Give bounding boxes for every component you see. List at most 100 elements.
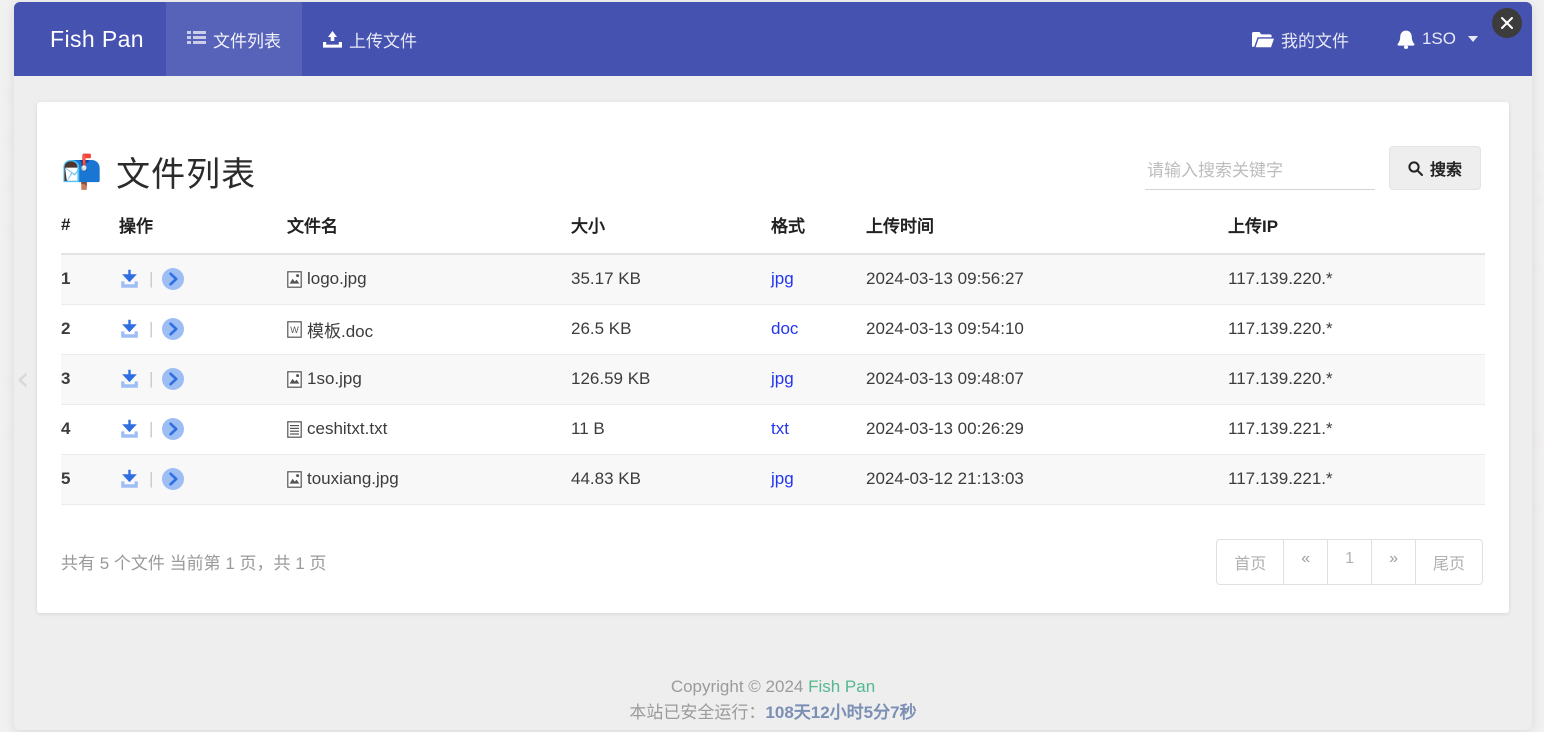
cell-filename: logo.jpg (287, 254, 571, 305)
header-size: 大小 (571, 212, 771, 255)
table-row: 1 | logo.jpg 35.17 KB jpg 2024-03-13 09:56:27… (61, 254, 1485, 305)
image-file-icon (287, 370, 302, 388)
word-file-icon: W (287, 320, 302, 338)
format-link[interactable]: jpg (771, 269, 794, 288)
nav-item-upload[interactable]: 上传文件 (302, 2, 438, 76)
header-actions: 操作 (119, 212, 287, 255)
cell-filename: W 模板.doc (287, 304, 571, 355)
cell-size: 126.59 KB (571, 354, 771, 405)
nav-item-user-menu[interactable]: 1SO (1373, 29, 1502, 49)
filename-label: logo.jpg (307, 269, 367, 289)
header-upload-ip: 上传IP (1228, 212, 1485, 255)
cell-filename: touxiang.jpg (287, 454, 571, 505)
image-file-icon (287, 470, 302, 488)
filename-group: ceshitxt.txt (287, 419, 571, 439)
file-count-summary: 共有 5 个文件 当前第 1 页，共 1 页 (61, 554, 327, 573)
brand-logo[interactable]: Fish Pan (14, 2, 166, 76)
close-button[interactable] (1492, 8, 1522, 38)
cell-index: 1 (61, 254, 119, 305)
carousel-prev-chevron-icon[interactable]: ‹ (16, 362, 30, 396)
cell-index: 5 (61, 454, 119, 505)
filename-group: logo.jpg (287, 269, 571, 289)
filename-label: 1so.jpg (307, 369, 362, 388)
table-row: 5 | touxiang.jpg 44.83 KB jpg 2024-03-12 21:1… (61, 454, 1485, 505)
page-title: 文件列表 (116, 156, 257, 194)
cell-size: 26.5 KB (571, 304, 771, 355)
download-icon[interactable] (119, 419, 140, 439)
pagination: 首页 «1» 尾页 (1216, 538, 1483, 585)
table-header: # 操作 文件名 大小 格式 上传时间 上传IP (61, 212, 1485, 255)
format-link[interactable]: doc (771, 319, 798, 338)
filename-label: touxiang.jpg (307, 469, 399, 488)
uptime-value: 108天12小时5分7秒 (765, 703, 917, 722)
pagination-next[interactable]: » (1371, 538, 1415, 585)
cell-filename: 1so.jpg (287, 354, 571, 405)
navbar-right-group: 我的文件 1SO (1228, 2, 1532, 76)
file-list-card: 📬 文件列表 搜索 (37, 102, 1509, 613)
cell-upload-time: 2024-03-13 00:26:29 (866, 404, 1228, 455)
download-icon[interactable] (119, 469, 140, 489)
pagination-page-1[interactable]: 1 (1327, 538, 1372, 585)
cell-actions: | (119, 354, 287, 405)
table-body: 1 | logo.jpg 35.17 KB jpg 2024-03-13 09:56:27… (61, 254, 1485, 505)
cell-format: jpg (771, 454, 866, 505)
action-group: | (119, 268, 287, 291)
copyright-text: Copyright © 2024 (670, 677, 809, 696)
nav-item-label: 我的文件 (1280, 31, 1349, 51)
nav-item-file-list[interactable]: 文件列表 (165, 2, 302, 76)
image-file-icon (287, 270, 302, 288)
svg-text:W: W (290, 325, 299, 335)
upload-icon (322, 30, 342, 48)
cell-index: 3 (61, 354, 119, 405)
format-link[interactable]: jpg (771, 469, 794, 488)
filename-label: 模板.doc (307, 321, 374, 341)
detail-arrow-icon[interactable] (162, 368, 185, 390)
pagination-prev[interactable]: « (1283, 538, 1328, 585)
detail-arrow-icon[interactable] (162, 318, 185, 340)
action-group: | (119, 368, 287, 390)
pagination-first[interactable]: 首页 (1216, 538, 1284, 585)
table-row: 2 | W 模板.doc 26.5 KB doc 2024-03-13 09:54:10 11… (61, 304, 1485, 355)
card-footer: 共有 5 个文件 当前第 1 页，共 1 页 首页 «1» 尾页 (37, 505, 1509, 585)
table-row: 4 | ceshitxt.txt 11 Btxt 2024-03-13 00:26:29… (61, 404, 1485, 455)
cell-format: jpg (771, 254, 866, 305)
cell-upload-ip: 117.139.220.* (1228, 254, 1485, 305)
cell-upload-ip: 117.139.221.* (1228, 404, 1485, 455)
search-button[interactable]: 搜索 (1388, 146, 1481, 190)
list-icon (186, 31, 206, 47)
header-filename: 文件名 (287, 212, 571, 255)
action-separator: | (149, 469, 154, 488)
card-header: 📬 文件列表 搜索 (37, 102, 1509, 196)
download-icon[interactable] (119, 369, 140, 389)
nav-item-label: 上传文件 (348, 31, 417, 51)
search-input[interactable] (1144, 155, 1375, 190)
title-group: 📬 文件列表 (61, 147, 256, 196)
download-icon[interactable] (119, 269, 140, 289)
download-icon[interactable] (119, 319, 140, 339)
filename-label: ceshitxt.txt (307, 419, 388, 438)
cell-format: txt (771, 404, 866, 455)
cell-upload-ip: 117.139.220.* (1228, 354, 1485, 405)
filename-group: 1so.jpg (287, 369, 571, 389)
uptime-label: 本站已安全运行： (629, 703, 766, 722)
cell-actions: | (119, 304, 287, 355)
format-link[interactable]: txt (771, 419, 789, 438)
file-table: # 操作 文件名 大小 格式 上传时间 上传IP 1 | logo.jpg 35.17… (61, 212, 1485, 505)
action-group: | (119, 468, 287, 490)
action-group: | (119, 418, 287, 440)
header-upload-time: 上传时间 (866, 212, 1228, 255)
page-footer: Copyright © 2024 Fish Pan 本站已安全运行：108天12… (14, 674, 1532, 726)
table-header-row: # 操作 文件名 大小 格式 上传时间 上传IP (61, 212, 1485, 255)
cell-upload-time: 2024-03-13 09:54:10 (866, 304, 1228, 355)
detail-arrow-icon[interactable] (162, 468, 185, 490)
detail-arrow-icon[interactable] (162, 268, 185, 291)
cell-upload-time: 2024-03-13 09:56:27 (866, 254, 1228, 305)
action-separator: | (149, 269, 154, 289)
pagination-last[interactable]: 尾页 (1414, 538, 1483, 585)
format-link[interactable]: jpg (771, 369, 794, 388)
footer-brand: Fish Pan (808, 677, 876, 696)
cell-format: doc (771, 304, 866, 355)
popup-window: Fish Pan 文件列表 上传文件 我的文件 1SO 📬 文件列表 请输入搜索… (14, 2, 1532, 730)
detail-arrow-icon[interactable] (162, 418, 185, 440)
nav-item-my-files[interactable]: 我的文件 (1228, 27, 1373, 52)
